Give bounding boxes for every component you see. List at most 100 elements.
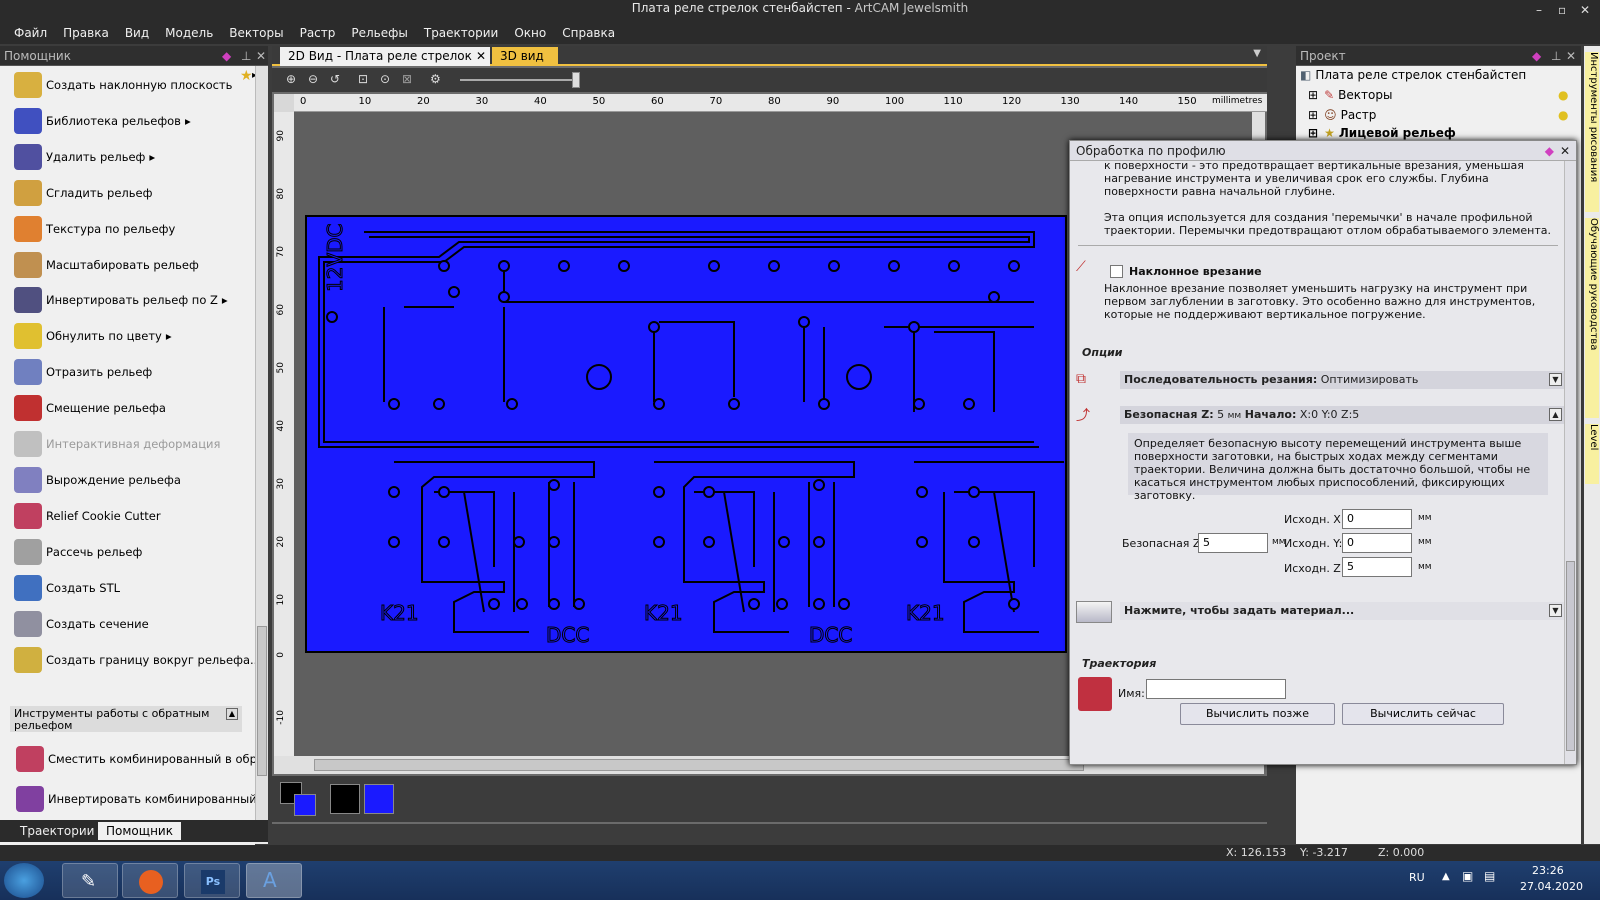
menu-help[interactable]: Справка: [554, 26, 623, 40]
assistant-item[interactable]: Библиотека рельефов ▸: [14, 106, 191, 136]
taskbar-photoshop[interactable]: Ps: [184, 863, 240, 898]
assistant-item[interactable]: Сгладить рельеф: [14, 178, 152, 208]
hscroll-thumb[interactable]: [314, 759, 1084, 771]
expand-icon[interactable]: ⊞: [1308, 108, 1318, 122]
assistant-item[interactable]: Отразить рельеф: [14, 357, 152, 387]
expand-icon[interactable]: ⊞: [1308, 126, 1318, 140]
zoom-box-icon[interactable]: ⊡: [358, 72, 368, 86]
view-settings-icon[interactable]: ⚙: [430, 72, 441, 86]
calculate-now-button[interactable]: Вычислить сейчас: [1342, 703, 1504, 725]
dialog-close-icon[interactable]: ✕: [1560, 141, 1570, 161]
menu-toolpaths[interactable]: Траектории: [416, 26, 506, 40]
minimize-icon[interactable]: –: [1536, 2, 1542, 18]
safe-z-bar[interactable]: Безопасная Z: 5 мм Начало: X:0 Y:0 Z:5 ▲: [1120, 406, 1568, 424]
tray-expand-icon[interactable]: ▲: [1442, 871, 1450, 882]
assistant-item[interactable]: Создать сечение: [14, 609, 149, 639]
zoom-in-icon[interactable]: ⊕: [286, 72, 296, 86]
tree-node-raster[interactable]: ⊞ ☺ Растр: [1308, 108, 1376, 122]
assistant-item[interactable]: Масштабировать рельеф: [14, 250, 199, 280]
taskbar-firefox[interactable]: [122, 863, 178, 898]
assistant-item[interactable]: Удалить рельеф ▸: [14, 142, 155, 172]
tree-node-relief[interactable]: ⊞ ★ Лицевой рельеф: [1308, 126, 1456, 140]
scroll-thumb[interactable]: [257, 626, 267, 776]
calculate-later-button[interactable]: Вычислить позже: [1180, 703, 1335, 725]
ramp-checkbox[interactable]: [1110, 265, 1123, 278]
submenu-arrow-icon[interactable]: ▸: [149, 150, 155, 164]
assistant-item[interactable]: Инвертировать рельеф по Z ▸: [14, 285, 228, 315]
home-y-input[interactable]: 0: [1342, 533, 1412, 553]
bulb-icon[interactable]: ●: [1558, 88, 1568, 102]
zoom-slider-track[interactable]: [460, 79, 580, 81]
expand-section-icon[interactable]: ▼: [1549, 373, 1562, 386]
zoom-previous-icon[interactable]: ↺: [330, 72, 340, 86]
assistant-item[interactable]: Обнулить по цвету ▸: [14, 321, 172, 351]
assistant-item[interactable]: Интерактивная деформация: [14, 429, 220, 459]
tab-assistant[interactable]: Помощник: [98, 822, 181, 840]
language-indicator[interactable]: RU: [1409, 871, 1425, 884]
taskbar-notepad[interactable]: ✎: [62, 863, 118, 898]
menu-view[interactable]: Вид: [117, 26, 157, 40]
collapse-icon[interactable]: ▲: [226, 708, 238, 720]
menu-model[interactable]: Модель: [157, 26, 221, 40]
secondary-color-swatch[interactable]: [294, 794, 316, 816]
menu-raster[interactable]: Растр: [292, 26, 344, 40]
tab-toolpaths[interactable]: Траектории: [12, 822, 102, 840]
tab-2d-view[interactable]: 2D Вид - Плата реле стрелок ✕: [280, 47, 490, 66]
assistant-item[interactable]: Создать наклонную плоскость: [14, 70, 232, 100]
tab-3d-view[interactable]: 3D вид: [492, 47, 558, 66]
tree-node-vectors[interactable]: ⊞ ✎ Векторы: [1308, 88, 1392, 102]
tray-device-icon[interactable]: ▣: [1462, 869, 1473, 883]
submenu-arrow-icon[interactable]: ▸: [166, 329, 172, 343]
assistant-item[interactable]: Создать границу вокруг рельефа...: [14, 645, 255, 675]
submenu-arrow-icon[interactable]: ▸: [185, 114, 191, 128]
pin-icon[interactable]: ⊥: [241, 46, 251, 66]
cut-sequence-bar[interactable]: Последовательность резания: Оптимизирова…: [1120, 371, 1568, 389]
tabs-dropdown-icon[interactable]: ▼: [1253, 48, 1261, 59]
assistant-item-invert-combined[interactable]: Инвертировать комбинированный в обр.: [16, 784, 255, 814]
palette-blue[interactable]: [364, 784, 394, 814]
side-tab-tutorials[interactable]: Обучающие руководства: [1585, 218, 1599, 418]
assistant-item[interactable]: Рассечь рельеф: [14, 537, 142, 567]
project-root[interactable]: ◧ Плата реле стрелок стенбайстеп: [1300, 68, 1526, 82]
menu-vectors[interactable]: Векторы: [221, 26, 291, 40]
material-bar[interactable]: Нажмите, чтобы задать материал... ▼: [1120, 602, 1568, 620]
assistant-item[interactable]: Вырождение рельефа: [14, 465, 181, 495]
zoom-slider-thumb[interactable]: [572, 72, 580, 88]
side-tab-level[interactable]: Level: [1585, 424, 1599, 484]
home-z-input[interactable]: 5: [1342, 557, 1412, 577]
side-tab-drawing[interactable]: Инструменты рисования: [1585, 52, 1599, 212]
dialog-scrollbar[interactable]: [1564, 161, 1576, 764]
close-icon[interactable]: ✕: [1580, 2, 1590, 18]
collapse-section-icon[interactable]: ▲: [1549, 408, 1562, 421]
pin-icon[interactable]: ⊥: [1551, 46, 1561, 66]
submenu-arrow-icon[interactable]: ▸: [222, 293, 228, 307]
tray-network-icon[interactable]: ▤: [1484, 869, 1495, 883]
assistant-item[interactable]: Создать STL: [14, 573, 120, 603]
assistant-item-offset-combined[interactable]: Сместить комбинированный в обратный: [16, 744, 255, 774]
menu-file[interactable]: Файл: [6, 26, 55, 40]
zoom-all-icon[interactable]: ⊠: [402, 72, 412, 86]
panel-close-icon[interactable]: ✕: [1566, 46, 1576, 66]
dialog-pin-icon[interactable]: ◆: [1545, 141, 1554, 161]
zoom-out-icon[interactable]: ⊖: [308, 72, 318, 86]
toolpath-name-input[interactable]: [1146, 679, 1286, 699]
assistant-scrollbar[interactable]: [255, 66, 268, 826]
menu-window[interactable]: Окно: [506, 26, 554, 40]
dialog-scroll-thumb[interactable]: [1566, 561, 1575, 751]
reverse-relief-group[interactable]: Инструменты работы с обратным рельефом ▲: [10, 706, 242, 732]
favorite-star-icon[interactable]: ★: [240, 68, 253, 84]
panel-close-icon[interactable]: ✕: [256, 46, 266, 66]
bulb-icon[interactable]: ●: [1558, 108, 1568, 122]
tab-close-icon[interactable]: ✕: [476, 47, 486, 66]
safe-z-input[interactable]: 5: [1198, 533, 1268, 553]
pin-eraser-icon[interactable]: ◆: [222, 46, 231, 66]
zoom-fit-icon[interactable]: ⊙: [380, 72, 390, 86]
palette-black[interactable]: [330, 784, 360, 814]
clock-date[interactable]: 27.04.2020: [1520, 880, 1583, 893]
start-button[interactable]: [4, 863, 44, 898]
assistant-item[interactable]: Текстура по рельефу: [14, 214, 175, 244]
assistant-item[interactable]: Relief Cookie Cutter: [14, 501, 161, 531]
home-x-input[interactable]: 0: [1342, 509, 1412, 529]
maximize-icon[interactable]: ▫: [1558, 2, 1566, 18]
expand-icon[interactable]: ⊞: [1308, 88, 1318, 102]
